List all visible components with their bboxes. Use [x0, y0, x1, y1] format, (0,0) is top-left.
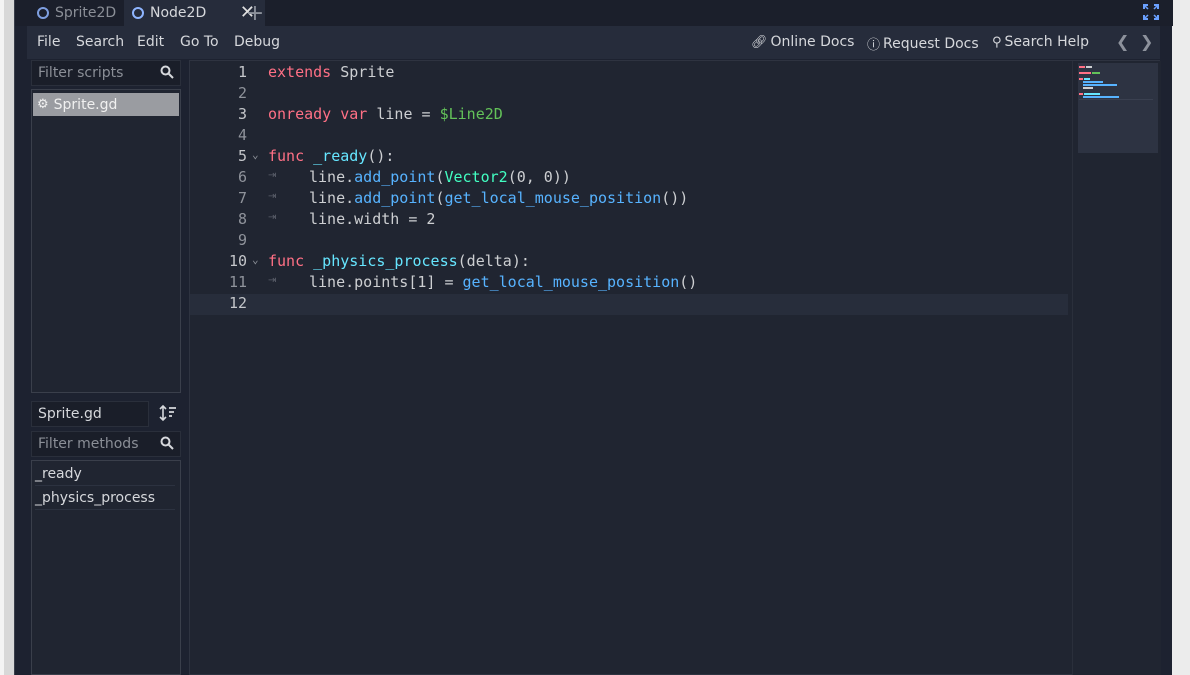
menu-goto[interactable]: Go To: [180, 34, 219, 50]
search-icon: [160, 65, 174, 79]
fullscreen-icon[interactable]: [1143, 4, 1159, 20]
filter-methods-placeholder: Filter methods: [38, 436, 139, 452]
nav-forward-icon[interactable]: ❯: [1140, 32, 1153, 51]
search-icon: [160, 436, 174, 450]
line-number: 3: [237, 105, 247, 123]
gear-icon: ⚙: [37, 97, 49, 112]
script-item-sprite-gd[interactable]: ⚙ Sprite.gd: [33, 93, 179, 116]
code-line: 1 extends Sprite: [190, 63, 1068, 84]
method-item-ready[interactable]: _ready: [35, 466, 175, 486]
line-number: 1: [237, 63, 247, 81]
code-line: 4: [190, 126, 1068, 147]
code-line: 11 ⇥ line.points[1] = get_local_mouse_po…: [190, 273, 1068, 294]
line-number: 4: [237, 126, 247, 144]
code-line: 3 onready var line = $Line2D: [190, 105, 1068, 126]
online-docs-button[interactable]: 🔗︎ Online Docs: [751, 34, 854, 50]
alert-circle-icon: ⓘ: [867, 38, 881, 53]
script-editor-window: Sprite2D Node2D ✕ + File Search Edit Go …: [14, 0, 1173, 675]
line-number: 11: [228, 273, 247, 291]
line-number: 10: [228, 252, 247, 270]
line-text: extends Sprite: [268, 63, 395, 81]
fold-arrow-icon[interactable]: ⌄: [252, 253, 259, 266]
search-help-label: Search Help: [1004, 34, 1089, 50]
scene-tab-bar: Sprite2D Node2D ✕ +: [15, 0, 1173, 26]
code-minimap[interactable]: [1072, 61, 1161, 675]
request-docs-button[interactable]: ⓘ Request Docs: [867, 34, 979, 54]
method-list: _ready _physics_process: [31, 460, 181, 675]
line-number: 8: [237, 210, 247, 228]
line-text: onready var line = $Line2D: [268, 105, 503, 123]
desktop-left-edge: [0, 0, 14, 675]
tab-indent-icon: ⇥: [268, 170, 277, 181]
tab-indent-icon: ⇥: [268, 191, 277, 202]
line-text: func _ready():: [268, 147, 395, 165]
nav-back-icon[interactable]: ❮: [1116, 32, 1129, 51]
line-number: 2: [237, 84, 247, 102]
code-line: 6 ⇥ line.add_point(Vector2(0, 0)): [190, 168, 1068, 189]
line-number: 7: [237, 189, 247, 207]
line-number: 12: [228, 294, 247, 312]
link-icon: 🔗︎: [751, 34, 768, 50]
line-number: 6: [237, 168, 247, 186]
code-editor[interactable]: 1 extends Sprite 2 3 onready var line = …: [189, 60, 1161, 675]
filter-scripts-input[interactable]: Filter scripts: [31, 60, 181, 86]
search-help-button[interactable]: ⚲ Search Help: [992, 34, 1089, 50]
filter-methods-input[interactable]: Filter methods: [31, 431, 181, 457]
tab-node2d[interactable]: Node2D ✕: [124, 0, 265, 26]
request-docs-label: Request Docs: [883, 35, 979, 52]
line-text: line.points[1] = get_local_mouse_positio…: [309, 273, 698, 291]
code-line: 10 ⌄ func _physics_process(delta):: [190, 252, 1068, 273]
desktop-right-edge: [1172, 0, 1190, 675]
line-text: line.add_point(Vector2(0, 0)): [309, 168, 571, 186]
menu-bar: File Search Edit Go To Debug 🔗︎ Online D…: [27, 26, 1160, 59]
node-circle-icon: [37, 7, 49, 19]
tab-label: Node2D: [150, 5, 207, 21]
script-item-label: Sprite.gd: [53, 96, 118, 113]
add-tab-button[interactable]: +: [245, 0, 265, 26]
line-text: func _physics_process(delta):: [268, 252, 530, 270]
script-list: [31, 89, 181, 393]
fold-arrow-icon[interactable]: ⌄: [252, 148, 259, 161]
menu-search[interactable]: Search: [76, 34, 124, 50]
code-line-current: 12: [190, 294, 1068, 315]
code-line: 5 ⌄ func _ready():: [190, 147, 1068, 168]
code-line: 2: [190, 84, 1068, 105]
filter-scripts-placeholder: Filter scripts: [38, 65, 124, 81]
node-circle-icon: [132, 7, 144, 19]
tab-sprite2d[interactable]: Sprite2D: [29, 0, 124, 26]
minimap-viewport[interactable]: [1078, 63, 1158, 153]
online-docs-label: Online Docs: [770, 34, 855, 50]
help-search-icon: ⚲: [992, 34, 1002, 50]
menu-edit[interactable]: Edit: [137, 34, 164, 50]
menu-file[interactable]: File: [37, 34, 60, 50]
menu-debug[interactable]: Debug: [234, 34, 280, 50]
tab-indent-icon: ⇥: [268, 275, 277, 286]
tab-label: Sprite2D: [55, 5, 117, 21]
code-line: 8 ⇥ line.width = 2: [190, 210, 1068, 231]
method-item-physics-process[interactable]: _physics_process: [35, 490, 175, 510]
line-number: 9: [237, 231, 247, 249]
code-line: 7 ⇥ line.add_point(get_local_mouse_posit…: [190, 189, 1068, 210]
line-number: 5: [237, 147, 247, 165]
sort-icon[interactable]: [158, 403, 178, 423]
current-script-name: Sprite.gd: [31, 401, 149, 427]
tab-indent-icon: ⇥: [268, 212, 277, 223]
line-text: line.width = 2: [309, 210, 436, 228]
line-text: line.add_point(get_local_mouse_position(…: [309, 189, 689, 207]
code-line: 9: [190, 231, 1068, 252]
